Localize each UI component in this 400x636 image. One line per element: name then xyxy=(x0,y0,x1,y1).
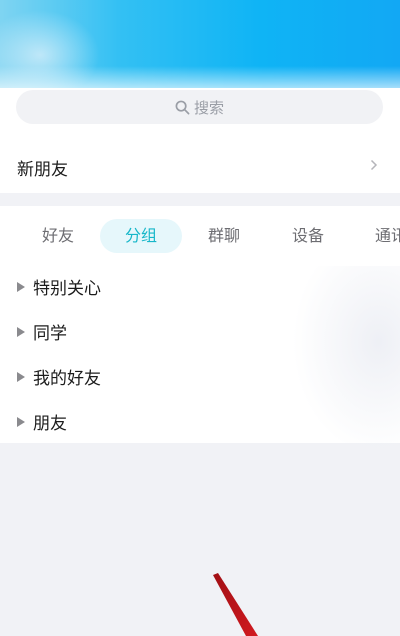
expand-triangle-icon xyxy=(17,417,25,427)
chevron-right-icon xyxy=(370,159,378,171)
tab-group-chats-label: 群聊 xyxy=(207,226,240,245)
header-banner xyxy=(0,0,400,96)
expand-triangle-icon xyxy=(17,372,25,382)
search-icon xyxy=(175,100,190,114)
tab-devices[interactable]: 设备 xyxy=(276,219,340,253)
group-row-friends[interactable]: 朋友 xyxy=(0,401,290,441)
tab-groups-label: 分组 xyxy=(124,226,157,245)
tab-contacts-label: 通讯 xyxy=(375,226,400,245)
new-friends-row[interactable]: 新朋友 xyxy=(0,143,400,191)
group-name: 朋友 xyxy=(33,413,67,434)
background-haze xyxy=(292,266,400,456)
group-name: 同学 xyxy=(33,323,67,344)
search-input[interactable]: 搜索 xyxy=(16,90,383,124)
group-row-classmates[interactable]: 同学 xyxy=(0,311,290,351)
new-friends-label: 新朋友 xyxy=(17,159,68,180)
tab-friends-label: 好友 xyxy=(41,226,74,245)
tab-groups[interactable]: 分组 xyxy=(100,219,182,253)
group-row-special-care[interactable]: 特别关心 xyxy=(0,266,290,306)
tab-group-chats[interactable]: 群聊 xyxy=(192,219,256,253)
contacts-list-card: 好友 分组 群聊 设备 通讯 特别关心 同学 我的好友 朋友 xyxy=(0,206,400,456)
group-row-my-friends[interactable]: 我的好友 xyxy=(0,356,290,396)
tab-friends[interactable]: 好友 xyxy=(26,219,90,253)
top-card: 搜索 新朋友 xyxy=(0,88,400,193)
expand-triangle-icon xyxy=(17,282,25,292)
contacts-page: 搜索 新朋友 好友 分组 群聊 设备 通讯 特别关心 同学 我的好友 朋友 xyxy=(0,0,400,636)
tab-contacts[interactable]: 通讯 xyxy=(360,219,400,253)
expand-triangle-icon xyxy=(17,327,25,337)
group-name: 我的好友 xyxy=(33,368,101,389)
group-name: 特别关心 xyxy=(33,278,101,299)
tab-devices-label: 设备 xyxy=(291,226,324,245)
search-placeholder: 搜索 xyxy=(193,98,224,117)
